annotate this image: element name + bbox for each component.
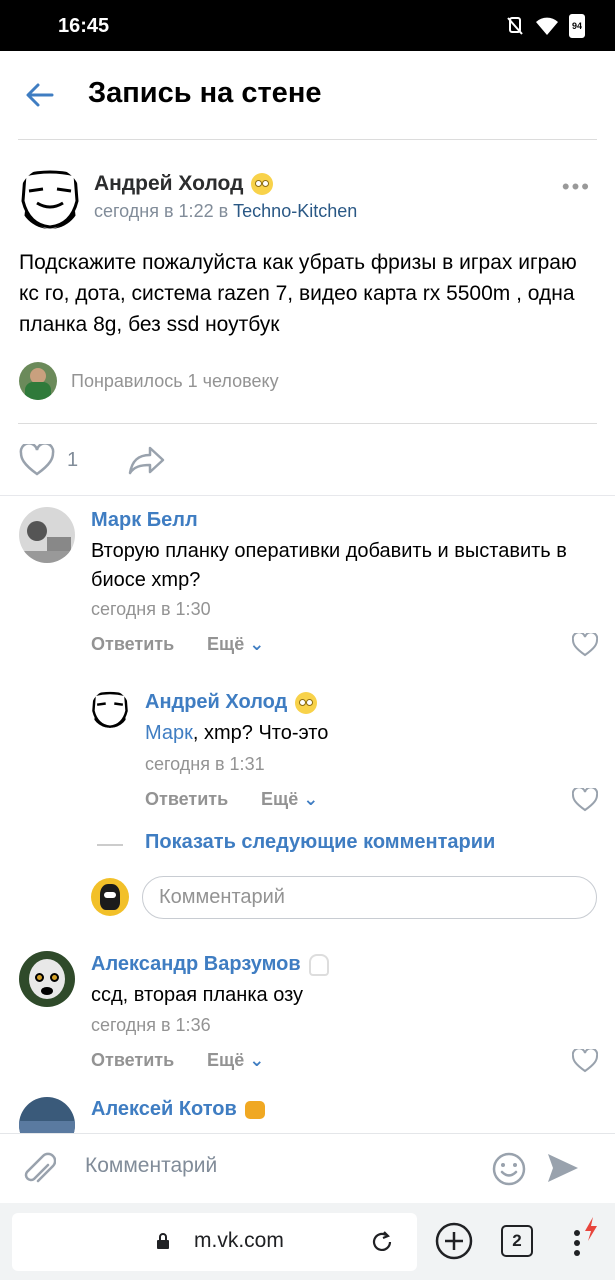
more-button[interactable]: Ещё ⌄	[207, 634, 264, 655]
post-meta: сегодня в 1:22 в Techno-Kitchen	[94, 201, 357, 222]
browser-toolbar: m.vk.com 2	[0, 1203, 615, 1280]
battery-icon: 94	[569, 14, 585, 38]
status-bar: 16:45 94	[0, 0, 615, 51]
divider	[97, 844, 123, 846]
liked-by-row[interactable]: Понравилось 1 человеку	[19, 362, 279, 400]
top-bar: Запись на стене	[0, 51, 615, 139]
reload-icon[interactable]	[370, 1230, 394, 1254]
commenter-avatar[interactable]	[19, 507, 75, 563]
chevron-down-icon: ⌄	[249, 634, 265, 654]
comment-like-icon[interactable]	[572, 788, 598, 812]
post-author-avatar[interactable]	[19, 167, 81, 229]
url-text: m.vk.com	[194, 1229, 284, 1252]
post-time: сегодня в 1:22 в	[94, 201, 234, 221]
rolling-eyes-emoji-icon	[295, 691, 318, 714]
reply-button[interactable]: Ответить	[145, 789, 228, 810]
comment-like-icon[interactable]	[572, 1049, 598, 1073]
troll-face-icon	[92, 691, 128, 728]
more-button[interactable]: Ещё ⌄	[261, 789, 318, 810]
send-icon[interactable]	[546, 1152, 580, 1184]
status-time: 16:45	[58, 15, 110, 37]
comment-time: сегодня в 1:36	[91, 1015, 211, 1035]
notifications-off-icon	[507, 17, 523, 35]
menu-with-update-icon[interactable]	[566, 1217, 602, 1261]
comment-author[interactable]: Александр Варзумов	[91, 953, 329, 976]
more-button[interactable]: Ещё ⌄	[207, 1050, 264, 1071]
author-name[interactable]: Алексей Котов	[91, 1098, 237, 1120]
new-tab-icon[interactable]	[434, 1221, 474, 1261]
mention-link[interactable]: Марк	[145, 722, 193, 744]
wifi-icon	[536, 17, 558, 35]
rolling-eyes-emoji-icon	[251, 173, 274, 196]
comment-author[interactable]: Алексей Котов	[91, 1098, 265, 1121]
author-name[interactable]: Андрей Холод	[94, 172, 243, 195]
more-label: Ещё	[207, 634, 245, 654]
lock-icon	[157, 1233, 169, 1249]
show-more-comments-link[interactable]: Показать следующие комментарии	[145, 831, 495, 854]
emoji-picker-icon[interactable]	[491, 1151, 527, 1187]
share-icon[interactable]	[128, 445, 166, 475]
chef-emoji-icon	[308, 953, 329, 976]
post-text: Подскажите пожалуйста как убрать фризы в…	[19, 251, 577, 336]
more-options-icon[interactable]: •••	[562, 174, 591, 200]
commenter-avatar[interactable]	[19, 951, 75, 1007]
divider	[0, 495, 615, 496]
divider	[18, 139, 597, 140]
comment-text: ссд, вторая планка озу	[91, 984, 304, 1006]
post-group-link[interactable]: Techno-Kitchen	[233, 201, 357, 221]
reply-button[interactable]: Ответить	[91, 1050, 174, 1071]
author-name[interactable]: Александр Варзумов	[91, 953, 301, 975]
comment-text: Марк, xmp? Что-это	[145, 719, 575, 748]
comment-input[interactable]: Комментарий	[85, 1154, 217, 1178]
comment-compose-bar: Комментарий	[0, 1133, 615, 1203]
comment-time: сегодня в 1:31	[145, 754, 265, 774]
author-name[interactable]: Андрей Холод	[145, 691, 287, 713]
comment-text: Вторую планку оперативки добавить и выст…	[91, 540, 567, 591]
fist-emoji-icon	[244, 1100, 265, 1119]
address-bar[interactable]: m.vk.com	[12, 1213, 417, 1271]
reply-comment-input[interactable]: Комментарий	[142, 876, 597, 919]
page-title: Запись на стене	[88, 77, 322, 109]
status-icons: 94	[505, 14, 585, 38]
commenter-avatar[interactable]	[91, 690, 129, 728]
troll-face-icon	[21, 170, 79, 229]
like-heart-icon[interactable]	[19, 444, 55, 476]
tab-switcher-button[interactable]: 2	[501, 1225, 533, 1257]
liked-by-text: Понравилось 1 человеку	[71, 370, 279, 391]
post-actions: 1	[19, 442, 166, 478]
back-arrow-icon[interactable]	[22, 77, 58, 113]
comment-author[interactable]: Марк Белл	[91, 509, 198, 532]
like-count: 1	[67, 448, 79, 471]
more-label: Ещё	[207, 1050, 245, 1070]
more-label: Ещё	[261, 789, 299, 809]
comment-body: , xmp? Что-это	[192, 722, 329, 744]
my-avatar	[91, 878, 129, 916]
chevron-down-icon: ⌄	[303, 789, 319, 809]
divider	[18, 423, 597, 424]
post-author-name[interactable]: Андрей Холод	[94, 172, 274, 196]
tab-count: 2	[512, 1231, 522, 1250]
reply-button[interactable]: Ответить	[91, 634, 174, 655]
comment-like-icon[interactable]	[572, 633, 598, 657]
liker-avatar	[19, 362, 57, 400]
comment-author[interactable]: Андрей Холод	[145, 691, 318, 714]
chevron-down-icon: ⌄	[249, 1050, 265, 1070]
attach-icon[interactable]	[22, 1151, 56, 1189]
comment-time: сегодня в 1:30	[91, 599, 211, 619]
